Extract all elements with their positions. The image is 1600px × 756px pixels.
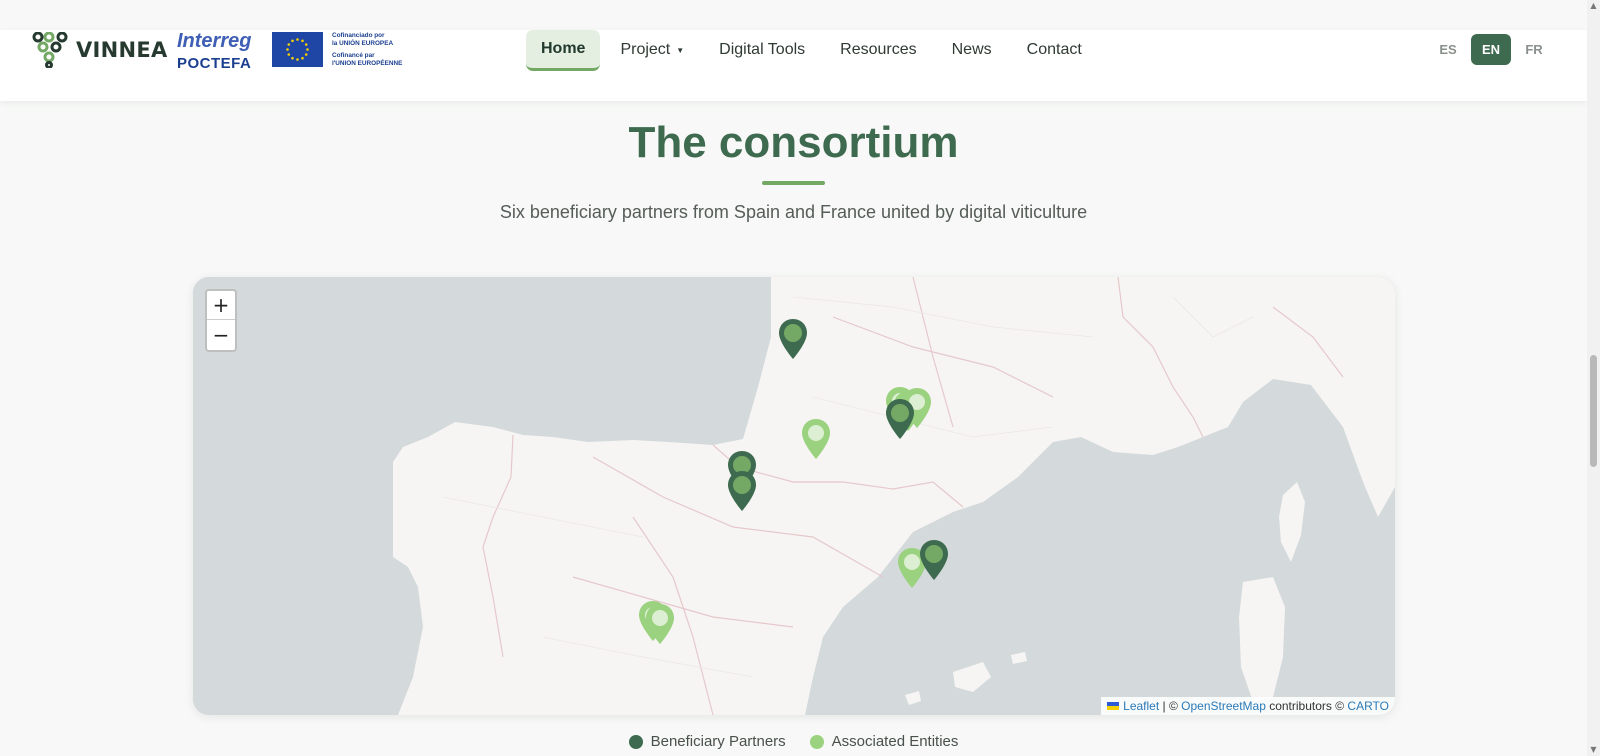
eu-fr-line2: l'UNION EUROPÉENNE bbox=[332, 60, 403, 67]
zoom-out-button[interactable]: − bbox=[207, 320, 235, 349]
leaflet-link[interactable]: Leaflet bbox=[1123, 699, 1159, 713]
nav-project[interactable]: Project ▼ bbox=[605, 30, 699, 70]
map-legend: Beneficiary Partners Associated Entities bbox=[0, 733, 1587, 750]
top-strip bbox=[0, 0, 1587, 30]
beneficiary-dot-icon bbox=[628, 734, 643, 749]
legend-associated: Associated Entities bbox=[809, 733, 959, 750]
scroll-down-arrow-icon[interactable]: ▼ bbox=[1588, 744, 1599, 756]
eu-cofunding-text: Cofinanciado por la UNIÓN EUROPEA Cofina… bbox=[332, 32, 422, 68]
logo-text: VINNEA bbox=[76, 38, 168, 62]
legend-associated-label: Associated Entities bbox=[831, 733, 959, 750]
nav-resources[interactable]: Resources bbox=[825, 30, 931, 70]
lang-es[interactable]: ES bbox=[1428, 34, 1468, 65]
scroll-thumb[interactable] bbox=[1590, 355, 1597, 467]
legend-beneficiary: Beneficiary Partners bbox=[628, 733, 786, 750]
eu-es-line2: la UNIÓN EUROPEA bbox=[332, 40, 394, 47]
eu-fr-line1: Cofinancé par bbox=[332, 52, 375, 59]
nav-contact[interactable]: Contact bbox=[1012, 30, 1097, 70]
main-nav: Home Project ▼ Digital Tools Resources N… bbox=[526, 29, 1102, 71]
grape-logo-icon bbox=[32, 32, 68, 68]
site-header: VINNEA Interreg POCTEFA Cofinanciado por… bbox=[0, 29, 1587, 101]
section-title: The consortium bbox=[628, 118, 959, 167]
zoom-control: + − bbox=[205, 289, 237, 352]
map-attribution: Leaflet | © OpenStreetMap contributors ©… bbox=[1101, 697, 1395, 715]
nav-project-label: Project bbox=[620, 41, 671, 58]
zoom-in-button[interactable]: + bbox=[207, 291, 235, 320]
map-marker-beneficiary[interactable] bbox=[919, 539, 949, 581]
scroll-up-arrow-icon[interactable]: ▲ bbox=[1588, 0, 1599, 12]
map-marker-associated[interactable] bbox=[645, 603, 675, 645]
map-marker-associated[interactable] bbox=[801, 418, 831, 460]
carto-link[interactable]: CARTO bbox=[1347, 699, 1389, 713]
page-scrollbar[interactable]: ▲ ▼ bbox=[1587, 0, 1600, 756]
poctefa-text: POCTEFA bbox=[177, 55, 252, 72]
nav-digital-tools[interactable]: Digital Tools bbox=[704, 30, 820, 70]
associated-dot-icon bbox=[809, 734, 824, 749]
interreg-text: Interreg bbox=[177, 30, 252, 52]
attribution-contributors: contributors © bbox=[1265, 699, 1348, 713]
eu-es-line1: Cofinanciado por bbox=[332, 32, 385, 39]
interreg-logo: Interreg POCTEFA bbox=[177, 30, 259, 74]
map-marker-beneficiary[interactable] bbox=[778, 318, 808, 360]
lang-en[interactable]: EN bbox=[1471, 34, 1511, 65]
consortium-map[interactable]: + − Leaflet | © OpenStreetMap contributo… bbox=[193, 277, 1395, 715]
ukraine-flag-icon bbox=[1107, 702, 1120, 710]
caret-down-icon: ▼ bbox=[676, 45, 685, 55]
legend-beneficiary-label: Beneficiary Partners bbox=[650, 733, 786, 750]
map-marker-beneficiary[interactable] bbox=[727, 470, 757, 512]
attribution-separator: | © bbox=[1159, 699, 1182, 713]
title-underline bbox=[762, 181, 825, 185]
section-subtitle: Six beneficiary partners from Spain and … bbox=[499, 202, 1088, 222]
vinnea-logo[interactable]: VINNEA bbox=[32, 32, 168, 68]
map-marker-beneficiary[interactable] bbox=[885, 398, 915, 440]
nav-news[interactable]: News bbox=[937, 30, 1007, 70]
eu-flag-icon bbox=[272, 32, 323, 67]
nav-home[interactable]: Home bbox=[526, 29, 601, 71]
osm-link[interactable]: OpenStreetMap bbox=[1181, 699, 1266, 713]
lang-fr[interactable]: FR bbox=[1514, 34, 1554, 65]
